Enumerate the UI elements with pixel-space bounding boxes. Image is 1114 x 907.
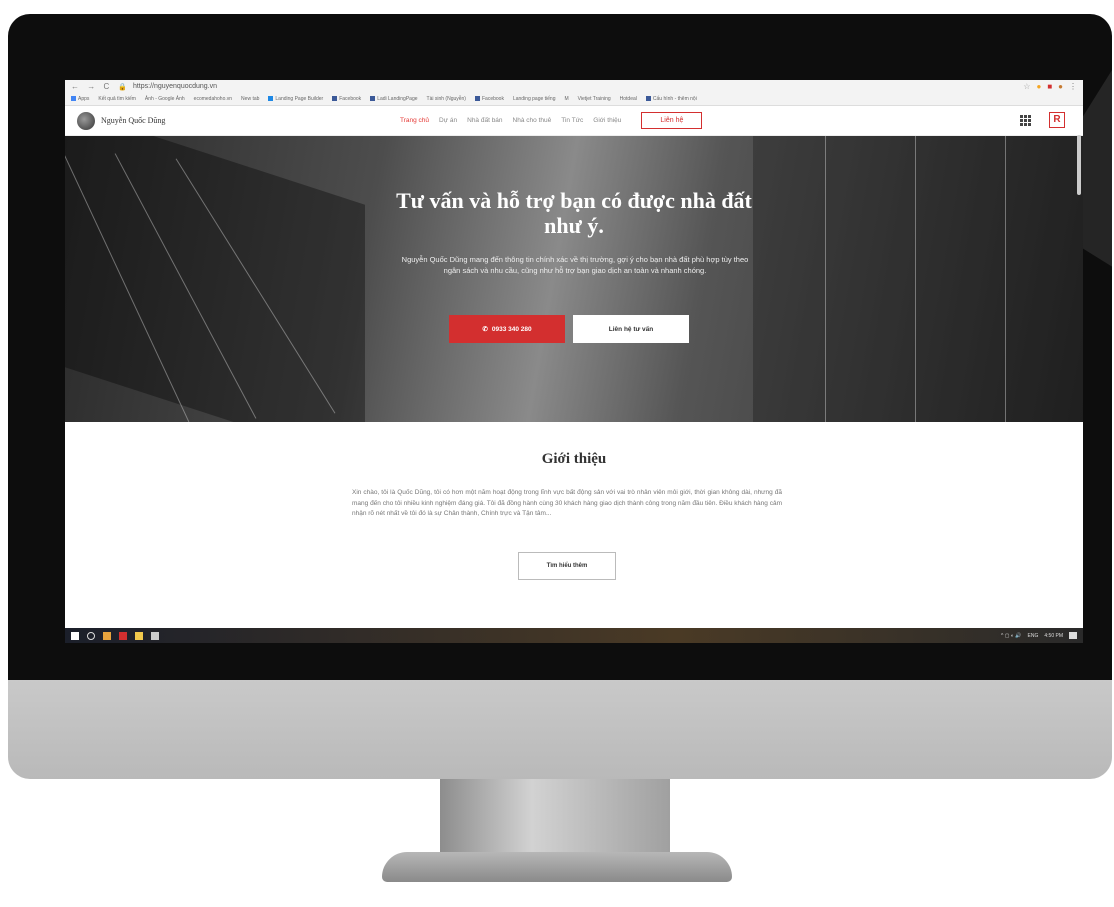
phone-button[interactable]: ✆ 0933 340 280 [449,315,565,343]
system-tray: ^ ▢ ◐ 🔊 ENG 4:50 PM [1001,632,1077,639]
monitor-bezel: ← → C 🔒 https://nguyenquocdung.vn ☆ ● ■ ● ⋮ … [8,14,1112,680]
site-header: Nguyễn Quốc Dũng Trang chủ Dự án Nhà đất… [65,106,1083,136]
contact-button[interactable]: Liên hệ [641,112,703,129]
screen: ← → C 🔒 https://nguyenquocdung.vn ☆ ● ■ ● ⋮ … [65,80,1083,643]
chrome-app-icon[interactable] [103,631,111,640]
bookmark-item[interactable]: New tab [241,96,259,102]
hero-line [825,136,826,422]
hero-section: Tư vấn và hỗ trợ bạn có được nhà đất như… [65,136,1083,422]
hero-description: Nguyễn Quốc Dũng mang đến thông tin chín… [401,255,749,275]
intro-text: Xin chào, tôi là Quốc Dũng, tôi có hơn m… [352,489,782,517]
avatar[interactable] [77,111,95,130]
hero-title: Tư vấn và hỗ trợ bạn có được nhà đất như… [65,188,1083,238]
hero-building-shade [753,136,1083,422]
extension-icons[interactable]: ☆ ● ■ ● ⋮ [1023,82,1077,91]
folder-icon[interactable] [135,631,143,640]
phone-icon: ✆ [482,326,488,333]
consult-button[interactable]: Liên hệ tư vấn [573,315,689,343]
brand-name[interactable]: Nguyễn Quốc Dũng [101,116,165,125]
bookmarks-bar: Apps Kết quả tìm kiếm Ảnh - Google Ảnh e… [65,93,1083,106]
url-bar[interactable]: https://nguyenquocdung.vn [133,83,217,90]
search-icon[interactable] [87,631,95,640]
taskbar: ^ ▢ ◐ 🔊 ENG 4:50 PM [65,628,1083,643]
phone-number: 0933 340 280 [491,325,532,333]
bookmark-item[interactable]: Landing Page Builder [268,96,323,102]
hero-title-line: như ý. [544,213,604,238]
bookmark-item[interactable]: M [565,96,569,102]
tray-icons[interactable]: ^ ▢ ◐ 🔊 [1001,633,1021,639]
r-logo-icon[interactable]: R [1049,112,1065,128]
bookmark-item[interactable]: Ảnh - Google Ảnh [145,96,185,102]
tray-language[interactable]: ENG [1028,633,1039,639]
main-nav: Trang chủ Dự án Nhà đất bán Nhà cho thuê… [400,106,703,135]
bookmark-item[interactable]: Kết quả tìm kiếm [98,96,136,102]
page-scrollbar[interactable] [1077,135,1081,195]
app-icon[interactable] [151,631,159,640]
bookmark-item[interactable]: Ladi LandingPage [370,96,418,102]
monitor-stand-base [382,852,732,882]
monitor-chin [8,680,1112,779]
browser-toolbar: ← → C 🔒 https://nguyenquocdung.vn ☆ ● ■ ● ⋮ [65,80,1083,93]
bookmark-item[interactable]: Landing page tiếng [513,96,556,102]
tray-clock[interactable]: 4:50 PM [1044,633,1063,639]
bookmark-item[interactable]: Cấu hình - thêm nội [645,96,697,102]
bookmark-item[interactable]: Vietjet Training [578,96,611,102]
start-icon[interactable] [71,631,79,640]
intro-section: Giới thiệu Xin chào, tôi là Quốc Dũng, t… [65,422,1083,609]
bookmark-item[interactable]: ecomedahoho.vn [194,96,232,102]
nav-item-for-rent[interactable]: Nhà cho thuê [513,117,552,124]
hero-line [1005,136,1006,422]
apps-grid-icon[interactable] [1020,115,1031,126]
nav-item-about[interactable]: Giới thiệu [593,117,621,124]
lock-icon: 🔒 [118,83,127,91]
learn-more-button[interactable]: Tìm hiểu thêm [518,552,616,580]
notification-icon[interactable] [1069,632,1077,639]
monitor-stand [440,779,670,859]
hero-line [915,136,916,422]
bookmark-item[interactable]: Tài sinh (Nguyễn) [427,96,466,102]
nav-item-home[interactable]: Trang chủ [400,117,429,124]
app-icon[interactable] [119,631,127,640]
browser-nav-icons[interactable]: ← → C [71,82,112,91]
intro-title: Giới thiệu [541,451,607,467]
nav-item-projects[interactable]: Dự án [439,117,457,124]
nav-item-news[interactable]: Tin Tức [561,117,583,124]
bookmark-item[interactable]: Apps [71,96,89,102]
bookmark-item[interactable]: Hotdeal [620,96,637,102]
bookmark-item[interactable]: Facebook [332,96,361,102]
hero-building-shade [65,136,365,422]
bookmark-item[interactable]: Facebook [474,96,504,102]
nav-item-for-sale[interactable]: Nhà đất bán [467,117,502,124]
hero-title-line: Tư vấn và hỗ trợ bạn có được nhà đất [396,188,752,213]
